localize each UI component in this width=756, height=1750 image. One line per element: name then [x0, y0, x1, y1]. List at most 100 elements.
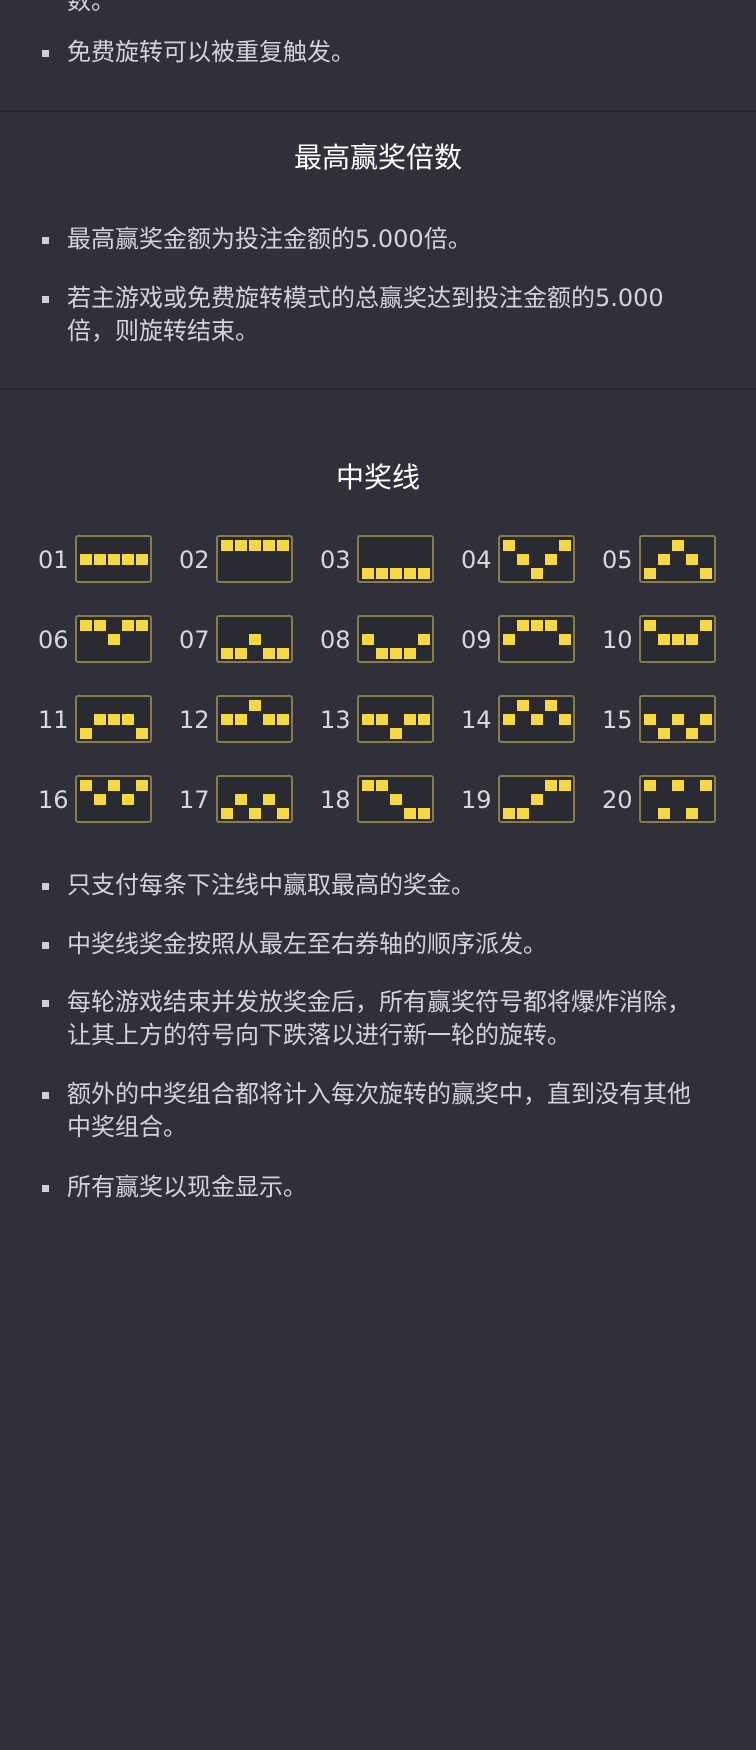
bullet-square-icon — [42, 1000, 49, 1007]
payline-number: 09 — [461, 626, 492, 654]
payline-symbol-square — [545, 620, 557, 631]
payline-symbol-square — [517, 620, 529, 631]
payline-pattern-box — [639, 775, 716, 823]
payline-12: 12 — [179, 695, 305, 745]
payline-number: 10 — [602, 626, 633, 654]
payline-pattern-box — [75, 615, 152, 663]
previous-section-tail-text: 数。 — [67, 0, 115, 15]
payline-08: 08 — [320, 615, 446, 665]
payline-19: 19 — [461, 775, 587, 825]
payline-number: 08 — [320, 626, 351, 654]
payline-10: 10 — [602, 615, 728, 665]
payline-number: 06 — [38, 626, 69, 654]
payline-symbol-square — [644, 780, 656, 791]
payline-symbol-square — [94, 554, 106, 565]
payline-01: 01 — [38, 535, 164, 585]
payline-number: 18 — [320, 786, 351, 814]
payline-symbol-square — [108, 634, 120, 645]
payline-symbol-square — [221, 540, 233, 551]
payline-symbol-square — [94, 794, 106, 805]
payline-pattern-box — [498, 535, 575, 583]
payline-pattern-box — [216, 695, 293, 743]
payline-symbol-square — [672, 780, 684, 791]
payline-symbol-square — [249, 540, 261, 551]
payline-number: 14 — [461, 706, 492, 734]
payline-symbol-square — [80, 728, 92, 739]
payline-symbol-square — [644, 714, 656, 725]
payline-07: 07 — [179, 615, 305, 665]
payline-symbol-square — [263, 794, 275, 805]
payline-symbol-square — [136, 780, 148, 791]
payline-pattern-box — [357, 695, 434, 743]
payline-symbol-square — [404, 648, 416, 659]
payline-number: 17 — [179, 786, 210, 814]
bullet-square-icon — [42, 296, 49, 303]
payline-number: 01 — [38, 546, 69, 574]
payline-symbol-square — [249, 808, 261, 819]
bullet-item: 最高赢奖金额为投注金额的5.000倍。 — [42, 223, 708, 256]
payline-pattern-box — [216, 535, 293, 583]
payline-symbol-square — [136, 554, 148, 565]
payline-number: 12 — [179, 706, 210, 734]
payline-symbol-square — [277, 648, 289, 659]
bullet-item: 所有赢奖以现金显示。 — [42, 1171, 708, 1204]
payline-number: 04 — [461, 546, 492, 574]
payline-13: 13 — [320, 695, 446, 745]
payline-symbol-square — [249, 634, 261, 645]
payline-symbol-square — [390, 728, 402, 739]
payline-symbol-square — [122, 714, 134, 725]
payline-pattern-box — [357, 535, 434, 583]
bullet-item: 额外的中奖组合都将计入每次旋转的赢奖中，直到没有其他中奖组合。 — [42, 1078, 708, 1144]
payline-symbol-square — [658, 728, 670, 739]
payline-symbol-square — [418, 568, 430, 579]
payline-number: 11 — [38, 706, 69, 734]
payline-symbol-square — [644, 568, 656, 579]
payline-number: 20 — [602, 786, 633, 814]
bullet-item: 若主游戏或免费旋转模式的总赢奖达到投注金额的5.000倍，则旋转结束。 — [42, 282, 692, 348]
payline-symbol-square — [686, 808, 698, 819]
payline-symbol-square — [362, 568, 374, 579]
payline-pattern-box — [216, 615, 293, 663]
payline-symbol-square — [108, 714, 120, 725]
payline-18: 18 — [320, 775, 446, 825]
payline-symbol-square — [559, 714, 571, 725]
payline-symbol-square — [517, 808, 529, 819]
payline-symbol-square — [235, 714, 247, 725]
payline-pattern-box — [639, 535, 716, 583]
payline-symbol-square — [94, 620, 106, 631]
payline-symbol-square — [376, 780, 388, 791]
payline-number: 02 — [179, 546, 210, 574]
payline-09: 09 — [461, 615, 587, 665]
bullet-item: 中奖线奖金按照从最左至右券轴的顺序派发。 — [42, 928, 708, 961]
payline-symbol-square — [404, 808, 416, 819]
payline-symbol-square — [418, 714, 430, 725]
payline-symbol-square — [686, 634, 698, 645]
payline-symbol-square — [235, 794, 247, 805]
bullet-square-icon — [42, 1092, 49, 1099]
payline-symbol-square — [362, 780, 374, 791]
payline-symbol-square — [277, 808, 289, 819]
payline-symbol-square — [700, 714, 712, 725]
bullet-square-icon — [42, 50, 49, 57]
payline-pattern-box — [498, 775, 575, 823]
payline-symbol-square — [503, 634, 515, 645]
payline-number: 16 — [38, 786, 69, 814]
payline-symbol-square — [362, 634, 374, 645]
payline-symbol-square — [418, 634, 430, 645]
payline-symbol-square — [503, 540, 515, 551]
payline-symbol-square — [376, 648, 388, 659]
payline-pattern-box — [498, 695, 575, 743]
payline-20: 20 — [602, 775, 728, 825]
payline-symbol-square — [235, 540, 247, 551]
payline-03: 03 — [320, 535, 446, 585]
payline-symbol-square — [263, 540, 275, 551]
payline-symbol-square — [672, 714, 684, 725]
payline-symbol-square — [376, 714, 388, 725]
payline-symbol-square — [503, 714, 515, 725]
payline-symbol-square — [277, 714, 289, 725]
payline-symbol-square — [277, 540, 289, 551]
payline-symbol-square — [700, 568, 712, 579]
payline-17: 17 — [179, 775, 305, 825]
payline-symbol-square — [559, 780, 571, 791]
section-divider — [0, 110, 756, 112]
